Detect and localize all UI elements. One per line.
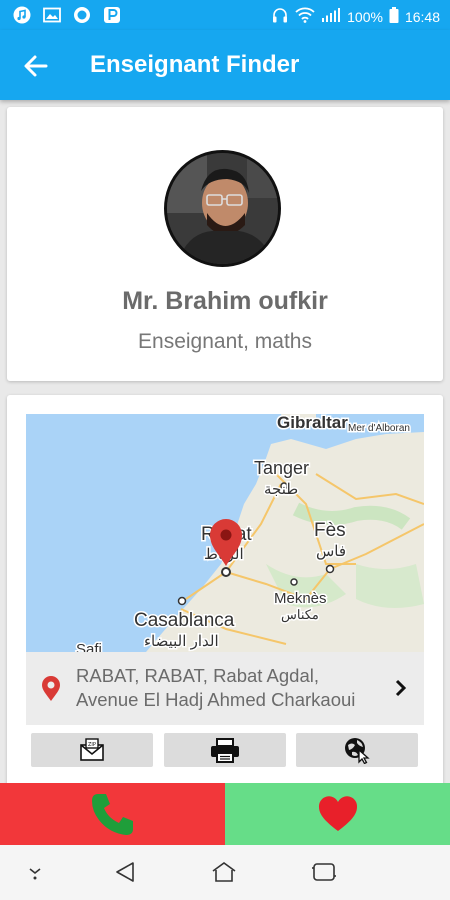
- email-button[interactable]: ZIP: [31, 733, 153, 767]
- website-button[interactable]: [296, 733, 418, 767]
- globe-cursor-icon: [345, 738, 370, 764]
- address-bar[interactable]: RABAT, RABAT, Rabat Agdal, Avenue El Had…: [26, 652, 424, 725]
- map-view[interactable]: Gibraltar Mer d'Alboran Tanger طنجة Fès …: [26, 414, 424, 652]
- recents-icon: [312, 863, 336, 881]
- app-bar: Enseignant Finder: [0, 30, 450, 100]
- app-title: Enseignant Finder: [90, 51, 300, 78]
- p-app-icon: [102, 5, 122, 25]
- image-icon: [42, 5, 62, 25]
- phone-icon: [91, 794, 133, 835]
- print-button[interactable]: [164, 733, 286, 767]
- address-text: RABAT, RABAT, Rabat Agdal, Avenue El Had…: [76, 664, 386, 712]
- nav-back-button[interactable]: [112, 859, 138, 885]
- wifi-icon: [295, 7, 315, 26]
- teacher-subtitle: Enseignant, maths: [138, 330, 312, 353]
- teacher-name: Mr. Brahim oufkir: [122, 287, 328, 315]
- back-triangle-icon: [116, 862, 134, 882]
- map-label-casablanca-ar: الدار البيضاء: [144, 633, 219, 650]
- email-zip-icon: ZIP: [80, 738, 104, 761]
- profile-card: Mr. Brahim oufkir Enseignant, maths: [7, 107, 443, 381]
- battery-text: 100%: [347, 8, 383, 25]
- avatar-photo: [167, 153, 278, 264]
- music-icon: [12, 5, 32, 25]
- map-label-safi: Safi: [76, 641, 102, 652]
- back-arrow-icon: [24, 55, 48, 77]
- circle-app-icon: [72, 5, 92, 25]
- heart-icon: [318, 796, 357, 831]
- signal-icon: [321, 8, 341, 25]
- nav-recents-button[interactable]: [311, 859, 337, 885]
- map-label-fes-ar: فاس: [316, 543, 346, 560]
- nav-hide-button[interactable]: [22, 859, 48, 885]
- status-right: 100% 16:48: [271, 6, 440, 27]
- headphones-icon: [271, 6, 289, 27]
- status-left-icons: [12, 5, 122, 25]
- home-icon: [212, 862, 236, 882]
- clock-text: 16:48: [404, 8, 440, 25]
- map-label-meknes-ar: مكناس: [281, 607, 319, 623]
- battery-icon: [389, 7, 399, 26]
- address-line-1: RABAT, RABAT, Rabat Agdal,: [76, 665, 320, 686]
- nav-home-button[interactable]: [211, 859, 237, 885]
- map-label-casablanca: Casablanca: [134, 610, 235, 631]
- chevron-right-icon[interactable]: [394, 678, 408, 698]
- map-label-gibraltar: Gibraltar: [277, 414, 348, 432]
- print-icon: [211, 738, 239, 763]
- chevron-down-dot-icon: [29, 868, 41, 880]
- map-label-tanger-ar: طنجة: [264, 481, 298, 498]
- system-nav-bar: [0, 845, 450, 900]
- location-card: Gibraltar Mer d'Alboran Tanger طنجة Fès …: [7, 395, 443, 790]
- svg-text:ZIP: ZIP: [88, 742, 96, 748]
- map-label-sea: Mer d'Alboran: [348, 423, 410, 434]
- map-label-tanger: Tanger: [254, 458, 309, 478]
- call-button[interactable]: [0, 783, 225, 845]
- location-pin-icon: [40, 676, 62, 702]
- address-line-2: Avenue El Hadj Ahmed Charkaoui: [76, 689, 356, 710]
- map-label-meknes: Meknès: [274, 590, 327, 607]
- favorite-button[interactable]: [225, 783, 450, 845]
- status-bar: 100% 16:48: [0, 0, 450, 30]
- avatar[interactable]: [164, 150, 281, 267]
- back-button[interactable]: [22, 52, 50, 80]
- map-label-fes: Fès: [314, 520, 346, 541]
